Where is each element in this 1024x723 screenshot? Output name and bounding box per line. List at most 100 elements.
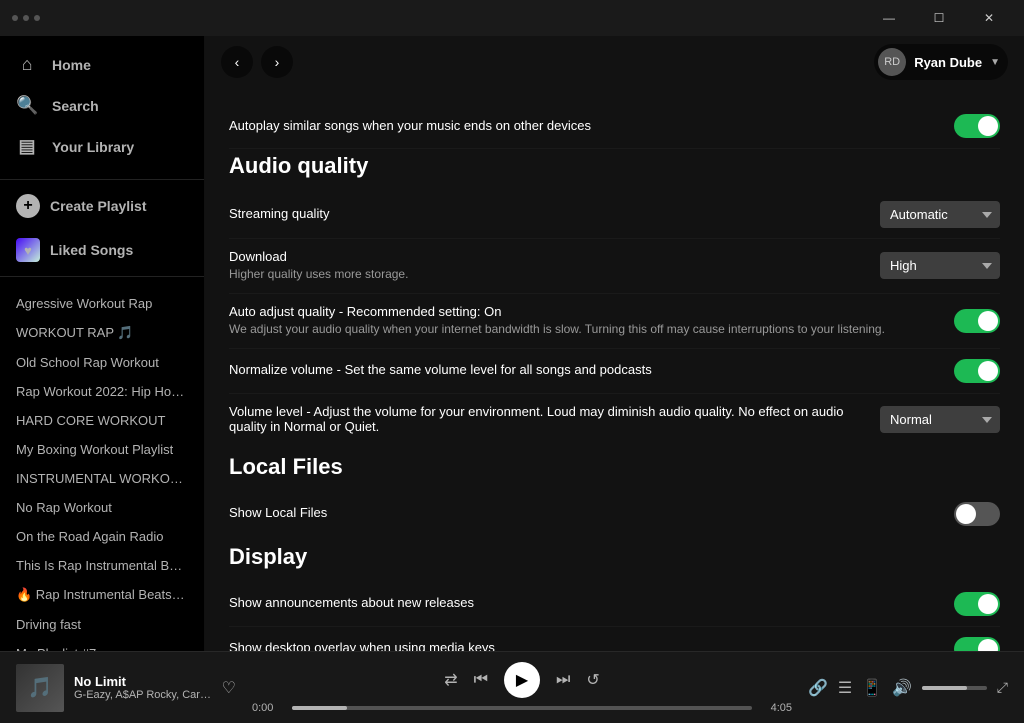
toggle-show-announcements[interactable] [954,592,1000,616]
section-title-local-files: Local Files [229,454,1000,480]
titlebar: — ☐ ✕ [0,0,1024,36]
sidebar-library-label: Your Library [52,139,134,155]
settings-row-normalize-volume: Normalize volume - Set the same volume l… [229,349,1000,394]
list-item[interactable]: 🔥 Rap Instrumental Beats 2... [0,580,204,610]
top-nav: ‹ › RD Ryan Dube ▼ [205,36,1024,88]
sidebar-nav: ⌂ Home 🔍 Search ▤ Your Library [0,36,204,175]
plus-icon: + [16,194,40,218]
dot2 [23,15,29,21]
fullscreen-button[interactable]: ⤢ [997,679,1008,696]
titlebar-menu-dots[interactable] [12,15,40,21]
row-title-auto-adjust: Auto adjust quality - Recommended settin… [229,304,938,319]
list-item[interactable]: No Rap Workout [0,493,204,522]
volume-slider[interactable] [922,686,987,690]
like-button[interactable]: ♡ [222,678,236,698]
dot3 [34,15,40,21]
previous-button[interactable]: ⏮ [474,671,488,689]
toggle-show-desktop-overlay[interactable] [954,637,1000,651]
volume-fill [922,686,967,690]
settings-row-show-desktop-overlay: Show desktop overlay when using media ke… [229,627,1000,651]
forward-button[interactable]: › [261,46,293,78]
settings-row-volume-level: Volume level - Adjust the volume for you… [229,394,1000,446]
dot1 [12,15,18,21]
list-item[interactable]: Old School Rap Workout [0,348,204,377]
main-content: ‹ › RD Ryan Dube ▼ Autoplay similar song… [205,36,1024,651]
select-streaming-quality[interactable]: AutomaticLowNormalHighVery High [880,201,1000,228]
back-button[interactable]: ‹ [221,46,253,78]
list-item[interactable]: On the Road Again Radio [0,522,204,551]
list-item[interactable]: Agressive Workout Rap [0,289,204,318]
search-icon: 🔍 [16,95,38,116]
track-details: No Limit G-Eazy, A$AP Rocky, Cardi B [74,674,212,701]
settings-row-show-announcements: Show announcements about new releases [229,582,1000,627]
row-title-volume-level: Volume level - Adjust the volume for you… [229,404,864,434]
player-track-info: 🎵 No Limit G-Eazy, A$AP Rocky, Cardi B ♡ [16,664,236,712]
row-title-show-desktop-overlay: Show desktop overlay when using media ke… [229,640,938,651]
slider-show-local-files [954,502,1000,526]
maximize-button[interactable]: ☐ [916,3,962,33]
sidebar-item-home[interactable]: ⌂ Home [0,44,204,85]
autoplay-row: Autoplay similar songs when your music e… [229,104,1000,149]
select-download-quality[interactable]: LowNormalHighVery High [880,252,1000,279]
username: Ryan Dube [914,55,982,70]
settings-row-streaming-quality: Streaming quality AutomaticLowNormalHighV… [229,191,1000,239]
list-item[interactable]: HARD CORE WORKOUT [0,406,204,435]
play-pause-button[interactable]: ▶ [504,662,540,698]
autoplay-toggle[interactable] [954,114,1000,138]
list-item[interactable]: My Playlist #7 [0,639,204,651]
row-title-normalize-volume: Normalize volume - Set the same volume l… [229,362,938,377]
queue-button[interactable]: ☰ [838,678,852,698]
row-title-streaming-quality: Streaming quality [229,206,864,221]
player-right-controls: 🔗 ☰ 📱 🔊 ⤢ [808,678,1008,698]
shuffle-button[interactable]: ⇄ [444,670,457,690]
section-display: Display Show announcements about new rele… [229,544,1000,651]
toggle-normalize-volume[interactable] [954,359,1000,383]
list-item[interactable]: Rap Workout 2022: Hip Hop... [0,377,204,406]
user-menu[interactable]: RD Ryan Dube ▼ [874,44,1008,80]
section-title-display: Display [229,544,1000,570]
track-name: No Limit [74,674,212,689]
list-item[interactable]: INSTRUMENTAL WORKOU... [0,464,204,493]
devices-button[interactable]: 📱 [862,678,882,698]
minimize-button[interactable]: — [866,3,912,33]
row-subtitle-download-quality: Higher quality uses more storage. [229,266,864,283]
settings-row-show-local-files: Show Local Files [229,492,1000,536]
row-title-show-announcements: Show announcements about new releases [229,595,938,610]
close-button[interactable]: ✕ [966,3,1012,33]
section-local-files: Local Files Show Local Files [229,454,1000,536]
track-artist: G-Eazy, A$AP Rocky, Cardi B [74,689,212,701]
settings-row-download-quality: Download Higher quality uses more storage… [229,239,1000,294]
sidebar-liked-songs[interactable]: ♥ Liked Songs [0,228,204,272]
progress-bar[interactable] [292,706,752,710]
avatar: RD [878,48,906,76]
row-title-download-quality: Download [229,249,864,264]
slider-normalize-volume [954,359,1000,383]
sidebar-create-playlist[interactable]: + Create Playlist [0,184,204,228]
volume-icon[interactable]: 🔊 [892,678,912,698]
slider-auto-adjust [954,309,1000,333]
select-volume-level[interactable]: QuietNormalLoud [880,406,1000,433]
settings-content: Autoplay similar songs when your music e… [205,88,1024,651]
playlist-list: Agressive Workout RapWORKOUT RAP 🎵Old Sc… [0,281,204,651]
repeat-button[interactable]: ↺ [586,670,599,690]
slider-show-announcements [954,592,1000,616]
sidebar: ⌂ Home 🔍 Search ▤ Your Library + Create … [0,36,205,651]
sidebar-divider-1 [0,179,204,180]
autoplay-slider [954,114,1000,138]
toggle-auto-adjust[interactable] [954,309,1000,333]
lyrics-button[interactable]: 🔗 [808,678,828,698]
autoplay-label: Autoplay similar songs when your music e… [229,118,938,133]
list-item[interactable]: This Is Rap Instrumental Beats [0,551,204,580]
heart-icon: ♥ [16,238,40,262]
toggle-show-local-files[interactable] [954,502,1000,526]
list-item[interactable]: WORKOUT RAP 🎵 [0,318,204,348]
list-item[interactable]: My Boxing Workout Playlist [0,435,204,464]
sidebar-item-library[interactable]: ▤ Your Library [0,126,204,167]
track-thumbnail: 🎵 [16,664,64,712]
liked-songs-label: Liked Songs [50,242,133,258]
sidebar-divider-2 [0,276,204,277]
next-button[interactable]: ⏭ [556,671,570,689]
list-item[interactable]: Driving fast [0,610,204,639]
sidebar-item-search[interactable]: 🔍 Search [0,85,204,126]
time-total: 4:05 [760,702,792,714]
